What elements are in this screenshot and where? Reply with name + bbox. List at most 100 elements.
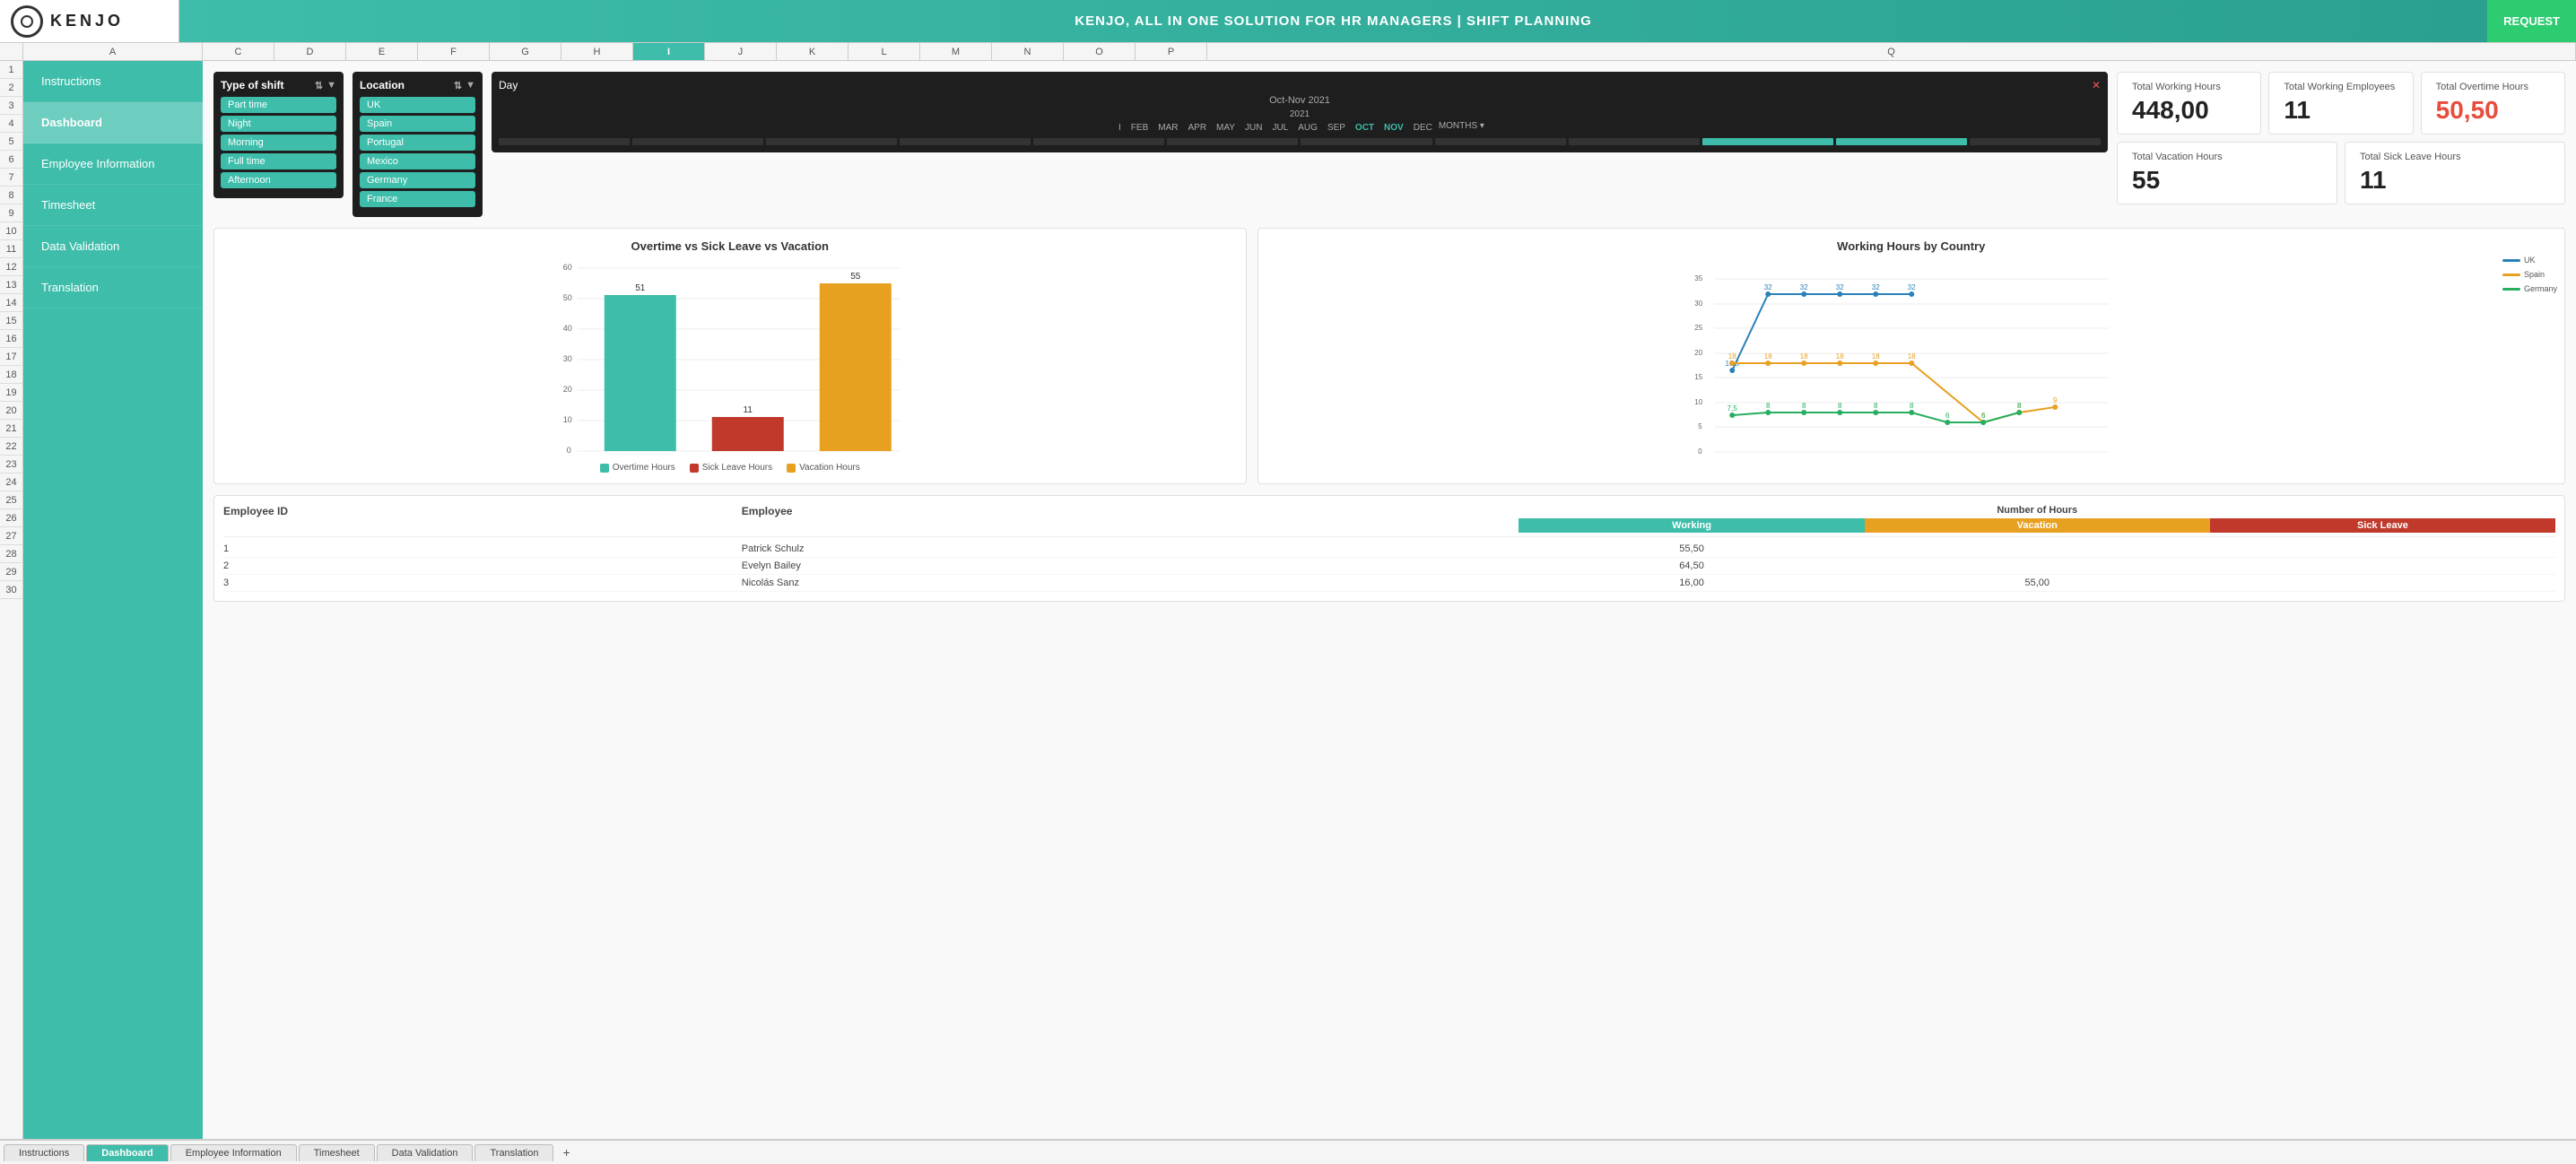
td-vacation-2 (1865, 560, 2210, 571)
legend-sick: Sick Leave Hours (690, 463, 772, 473)
shift-type-title: Type of shift ⇅ ▼ (221, 79, 336, 91)
bar-sick-leave (712, 417, 784, 451)
bar-vacation (820, 283, 892, 451)
col-header-e: E (346, 43, 418, 60)
stat-working-hours-label: Total Working Hours (2132, 82, 2246, 92)
point-uk-3 (1837, 291, 1842, 297)
point-spain-9 (2052, 404, 2058, 410)
td-working-2: 64,50 (1519, 560, 1864, 571)
td-working-1: 55,50 (1519, 543, 1864, 554)
month-feb[interactable]: FEB (1127, 121, 1152, 135)
month-i[interactable]: I (1115, 121, 1125, 135)
th-num-hours-label: Number of Hours (1997, 505, 2077, 516)
month-aug[interactable]: AUG (1294, 121, 1321, 135)
stat-overtime: Total Overtime Hours 50,50 (2421, 72, 2565, 135)
shift-item-parttime[interactable]: Part time (221, 97, 336, 113)
header-title: KENJO, ALL IN ONE SOLUTION FOR HR MANAGE… (1075, 13, 1592, 29)
table-row-3: 3 Nicolás Sanz 16,00 55,00 (223, 575, 2555, 592)
month-apr[interactable]: APR (1184, 121, 1210, 135)
col-header-o: O (1064, 43, 1136, 60)
bar-apr (900, 138, 1031, 145)
location-item-uk[interactable]: UK (360, 97, 475, 113)
col-header-ab: A (23, 43, 203, 60)
shift-filter-sort-icon[interactable]: ⇅ (315, 80, 323, 91)
month-dec[interactable]: DEC (1410, 121, 1436, 135)
bar-nov (1836, 138, 1967, 145)
months-toggle[interactable]: MONTHS ▾ (1439, 121, 1484, 135)
td-id-1: 1 (223, 543, 742, 554)
month-may[interactable]: MAY (1213, 121, 1239, 135)
sidebar-item-dashboard[interactable]: Dashboard (23, 102, 203, 143)
shift-item-morning[interactable]: Morning (221, 135, 336, 151)
sidebar-item-translation[interactable]: Translation (23, 267, 203, 308)
location-item-spain[interactable]: Spain (360, 116, 475, 132)
sidebar-item-timesheet[interactable]: Timesheet (23, 185, 203, 226)
day-filter: Day ✕ Oct-Nov 2021 2021 I FEB MAR APR MA… (492, 72, 2108, 152)
month-nov[interactable]: NOV (1380, 121, 1407, 135)
sidebar-item-data-validation[interactable]: Data Validation (23, 226, 203, 267)
row-9: 9 (0, 204, 23, 222)
shift-item-fulltime[interactable]: Full time (221, 153, 336, 169)
sidebar-item-employee-info[interactable]: Employee Information (23, 143, 203, 185)
stat-working-employees-value: 11 (2284, 96, 2398, 125)
location-item-germany[interactable]: Germany (360, 172, 475, 188)
point-uk-5 (1909, 291, 1914, 297)
tab-data-validation[interactable]: Data Validation (377, 1144, 474, 1161)
row-1: 1 (0, 61, 23, 79)
tab-instructions[interactable]: Instructions (4, 1144, 84, 1161)
point-spain-2 (1801, 360, 1806, 366)
col-header-p: P (1136, 43, 1207, 60)
svg-text:18: 18 (1763, 352, 1771, 360)
table-row-2: 2 Evelyn Bailey 64,50 (223, 558, 2555, 575)
row-24: 24 (0, 473, 23, 491)
stat-vacation: Total Vacation Hours 55 (2117, 142, 2337, 204)
shift-filter-funnel-icon[interactable]: ▼ (326, 80, 336, 91)
month-jul[interactable]: JUL (1268, 121, 1292, 135)
tab-employee-info[interactable]: Employee Information (170, 1144, 297, 1161)
shift-item-afternoon[interactable]: Afternoon (221, 172, 336, 188)
dashboard: Type of shift ⇅ ▼ Part time Night Mornin… (213, 72, 2565, 602)
request-button[interactable]: REQUEST (2487, 0, 2576, 42)
tab-timesheet[interactable]: Timesheet (299, 1144, 375, 1161)
row-14: 14 (0, 294, 23, 312)
shift-item-night[interactable]: Night (221, 116, 336, 132)
point-ger-8 (2016, 410, 2022, 415)
row-7: 7 (0, 169, 23, 187)
location-filter-funnel-icon[interactable]: ▼ (466, 80, 475, 91)
point-uk-4 (1873, 291, 1878, 297)
legend-line-spain (2502, 274, 2520, 276)
month-oct[interactable]: OCT (1352, 121, 1378, 135)
location-filter-sort-icon[interactable]: ⇅ (454, 80, 462, 91)
legend-uk: UK (2502, 256, 2557, 265)
svg-text:15: 15 (1694, 373, 1702, 381)
td-name-3: Nicolás Sanz (742, 578, 1519, 588)
sidebar-item-instructions[interactable]: Instructions (23, 61, 203, 102)
content-area: Type of shift ⇅ ▼ Part time Night Mornin… (203, 61, 2576, 1139)
month-jun[interactable]: JUN (1241, 121, 1266, 135)
tab-dashboard[interactable]: Dashboard (86, 1144, 168, 1161)
legend-dot-sick (690, 464, 699, 473)
stats-row-1: Total Working Hours 448,00 Total Working… (2117, 72, 2565, 135)
tab-add-button[interactable]: + (555, 1142, 577, 1162)
day-filter-icon[interactable]: ✕ (2092, 79, 2101, 91)
stats-area: Total Working Hours 448,00 Total Working… (2117, 72, 2565, 204)
row-6: 6 (0, 151, 23, 169)
legend-overtime: Overtime Hours (600, 463, 675, 473)
location-item-mexico[interactable]: Mexico (360, 153, 475, 169)
location-item-france[interactable]: France (360, 191, 475, 207)
legend-dot-vacation (787, 464, 796, 473)
location-item-portugal[interactable]: Portugal (360, 135, 475, 151)
month-mar[interactable]: MAR (1154, 121, 1181, 135)
td-sick-1 (2210, 543, 2555, 554)
month-sep[interactable]: SEP (1324, 121, 1349, 135)
tab-translation[interactable]: Translation (474, 1144, 553, 1161)
th-sick-leave: Sick Leave (2210, 518, 2555, 533)
stat-working-employees-label: Total Working Employees (2284, 82, 2398, 92)
svg-text:60: 60 (563, 263, 572, 272)
shift-type-filter: Type of shift ⇅ ▼ Part time Night Mornin… (213, 72, 344, 198)
svg-text:18: 18 (1727, 352, 1736, 360)
col-header-k: K (777, 43, 849, 60)
th-working: Working (1519, 518, 1864, 533)
td-working-3: 16,00 (1519, 578, 1864, 588)
stat-working-hours: Total Working Hours 448,00 (2117, 72, 2261, 135)
